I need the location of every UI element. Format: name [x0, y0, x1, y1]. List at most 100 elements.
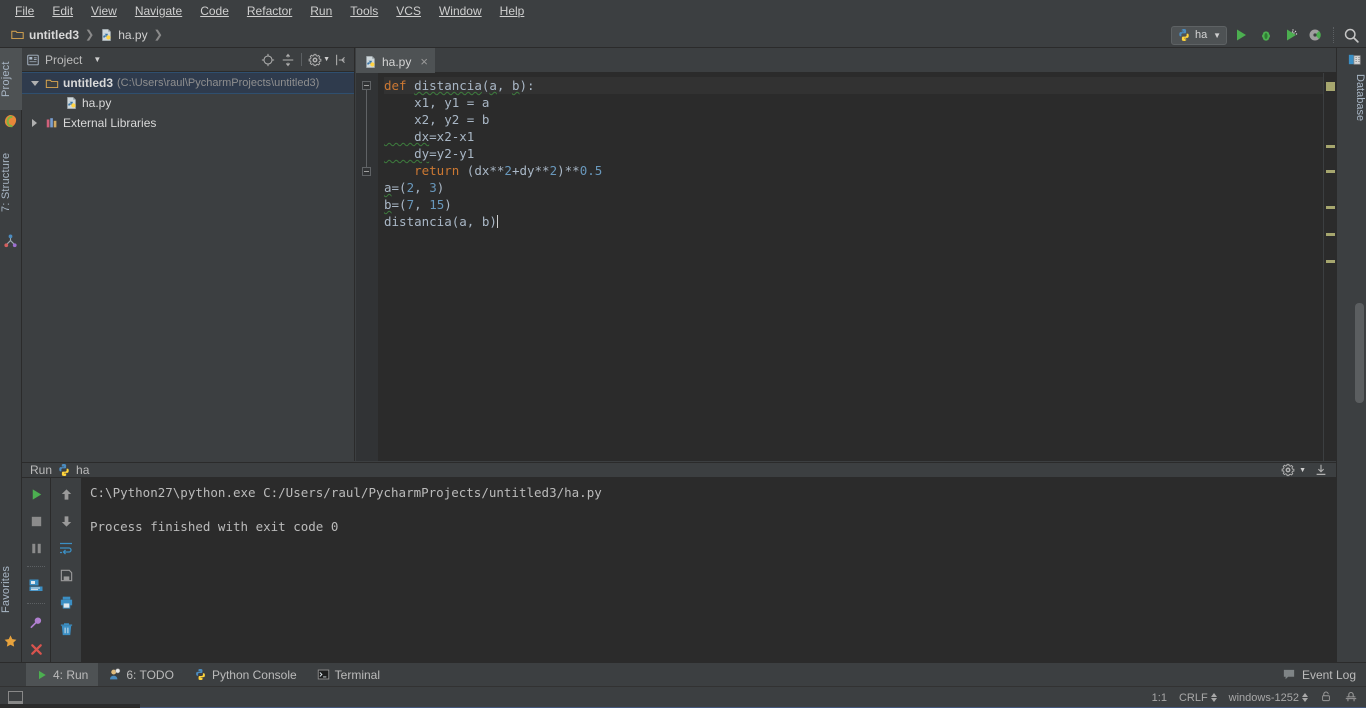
- menu-edit[interactable]: Edit: [43, 1, 82, 21]
- event-log-label[interactable]: Event Log: [1302, 668, 1356, 682]
- code-token: 2: [406, 180, 415, 195]
- scroll-down-button[interactable]: [56, 511, 76, 531]
- hide-run-panel-button[interactable]: [1312, 461, 1330, 479]
- run-configuration-selector[interactable]: ha ▼: [1171, 25, 1227, 45]
- warning-stripe[interactable]: [1326, 233, 1335, 236]
- menu-vcs[interactable]: VCS: [387, 1, 430, 21]
- editor-tab-ha-py[interactable]: ha.py ×: [356, 48, 435, 73]
- python-icon: [1179, 29, 1189, 41]
- project-settings-button[interactable]: [306, 51, 324, 69]
- print-console-icon: [29, 579, 43, 591]
- toggle-toolwindows-button[interactable]: [8, 691, 23, 704]
- run-actions-separator-2: [27, 603, 45, 604]
- sidebar-item-project[interactable]: Project: [0, 48, 22, 110]
- breadcrumb-file-label: ha.py: [118, 27, 148, 42]
- lock-icon[interactable]: [1320, 690, 1332, 706]
- tab-python-console[interactable]: Python Console: [184, 663, 307, 687]
- sidebar-item-database[interactable]: Database: [1344, 52, 1366, 127]
- search-icon: [1344, 28, 1359, 43]
- run-settings-button[interactable]: [1279, 461, 1297, 479]
- fold-marker-top[interactable]: [362, 81, 371, 90]
- pycharm-window: File Edit View Navigate Code Refactor Ru…: [0, 0, 1366, 708]
- error-stripe-gutter[interactable]: [1323, 73, 1336, 461]
- warning-stripe[interactable]: [1326, 170, 1335, 173]
- code-line: dy=y2-y1: [384, 145, 1323, 162]
- settings-chevron-icon[interactable]: ▼: [323, 56, 330, 63]
- warning-stripe[interactable]: [1326, 206, 1335, 209]
- code-token: 7: [406, 197, 415, 212]
- menu-code[interactable]: Code: [191, 1, 238, 21]
- fold-marker-bottom[interactable]: [362, 167, 371, 176]
- console-line: Process finished with exit code 0: [90, 519, 339, 534]
- tab-terminal[interactable]: Terminal: [307, 663, 390, 687]
- tree-node-label: untitled3: [63, 76, 113, 90]
- print-console-button[interactable]: [26, 575, 46, 595]
- menu-code-label: Code: [200, 4, 229, 18]
- run-pane-header-actions: ▼: [1279, 461, 1330, 479]
- run-button[interactable]: [1230, 24, 1252, 46]
- pin-icon: [30, 616, 41, 628]
- menu-refactor[interactable]: Refactor: [238, 1, 301, 21]
- breadcrumb-project[interactable]: untitled3: [8, 27, 82, 43]
- warning-stripe[interactable]: [1326, 145, 1335, 148]
- menu-window[interactable]: Window: [430, 1, 491, 21]
- pin-button[interactable]: [26, 612, 46, 632]
- project-view-chevron-icon[interactable]: ▼: [93, 55, 101, 64]
- sidebar-item-structure-label: 7: Structure: [0, 152, 12, 212]
- text-caret: [496, 215, 498, 228]
- sidebar-item-favorites[interactable]: Favorites: [0, 552, 22, 626]
- menu-tools[interactable]: Tools: [341, 1, 387, 21]
- inspection-icon[interactable]: [1344, 689, 1358, 706]
- menu-navigate[interactable]: Navigate: [126, 1, 191, 21]
- menu-file[interactable]: File: [6, 1, 43, 21]
- tab-todo[interactable]: 6: TODO: [98, 663, 184, 687]
- file-encoding[interactable]: windows-1252: [1229, 692, 1308, 704]
- tree-node-external-libraries[interactable]: External Libraries: [22, 113, 354, 133]
- tree-expander-icon[interactable]: [28, 119, 41, 127]
- scroll-from-source-button[interactable]: [259, 51, 277, 69]
- menu-run[interactable]: Run: [301, 1, 341, 21]
- commander-icon[interactable]: [3, 114, 19, 130]
- gear-icon: [308, 53, 322, 66]
- debug-button[interactable]: [1255, 24, 1277, 46]
- caret-position[interactable]: 1:1: [1152, 692, 1167, 704]
- editor-tab-bar-filler: [434, 48, 1336, 73]
- rerun-button[interactable]: [26, 484, 46, 504]
- tool-window-bar-bottom: 4: Run 6: TODO Python Console Terminal E…: [0, 662, 1366, 687]
- pause-button[interactable]: [26, 538, 46, 558]
- collapse-all-button[interactable]: [279, 51, 297, 69]
- console-output[interactable]: C:\Python27\python.exe C:/Users/raul/Pyc…: [81, 478, 1336, 678]
- code-editor[interactable]: def distancia(a, b): x1, y1 = a x2, y2 =…: [378, 73, 1323, 461]
- menu-view[interactable]: View: [82, 1, 126, 21]
- soft-wrap-button[interactable]: [56, 538, 76, 558]
- run-actions-separator: [27, 566, 45, 567]
- breadcrumb-file[interactable]: ha.py: [97, 27, 150, 43]
- close-run-button[interactable]: [26, 639, 46, 659]
- stop-button[interactable]: [26, 511, 46, 531]
- editor-gutter[interactable]: [356, 73, 378, 461]
- tab-run[interactable]: 4: Run: [26, 662, 99, 687]
- print-button[interactable]: [56, 592, 76, 612]
- warning-stripe[interactable]: [1326, 260, 1335, 263]
- tree-node-ha-py[interactable]: ha.py: [22, 93, 354, 113]
- close-icon[interactable]: ×: [420, 55, 428, 68]
- tab-todo-label: 6: TODO: [126, 667, 174, 682]
- menu-help[interactable]: Help: [491, 1, 534, 21]
- scroll-up-button[interactable]: [56, 484, 76, 504]
- warning-stripe[interactable]: [1326, 82, 1335, 91]
- code-token: b: [511, 78, 520, 93]
- tree-node-untitled3[interactable]: untitled3 (C:\Users\raul\PycharmProjects…: [22, 72, 354, 94]
- run-config-name: ha: [76, 463, 90, 477]
- vertical-scrollbar[interactable]: [1355, 303, 1364, 403]
- profile-button[interactable]: [1305, 24, 1327, 46]
- line-separator[interactable]: CRLF: [1179, 692, 1217, 704]
- export-button[interactable]: [56, 565, 76, 585]
- chevron-down-icon[interactable]: ▼: [1299, 467, 1306, 474]
- coverage-button[interactable]: [1280, 24, 1302, 46]
- hide-panel-button[interactable]: [332, 51, 350, 69]
- search-everywhere-button[interactable]: [1340, 24, 1362, 46]
- sidebar-item-structure[interactable]: 7: Structure: [0, 136, 22, 228]
- clear-all-button[interactable]: [56, 619, 76, 639]
- tree-expander-icon[interactable]: [28, 80, 41, 86]
- profile-icon: [1309, 29, 1321, 41]
